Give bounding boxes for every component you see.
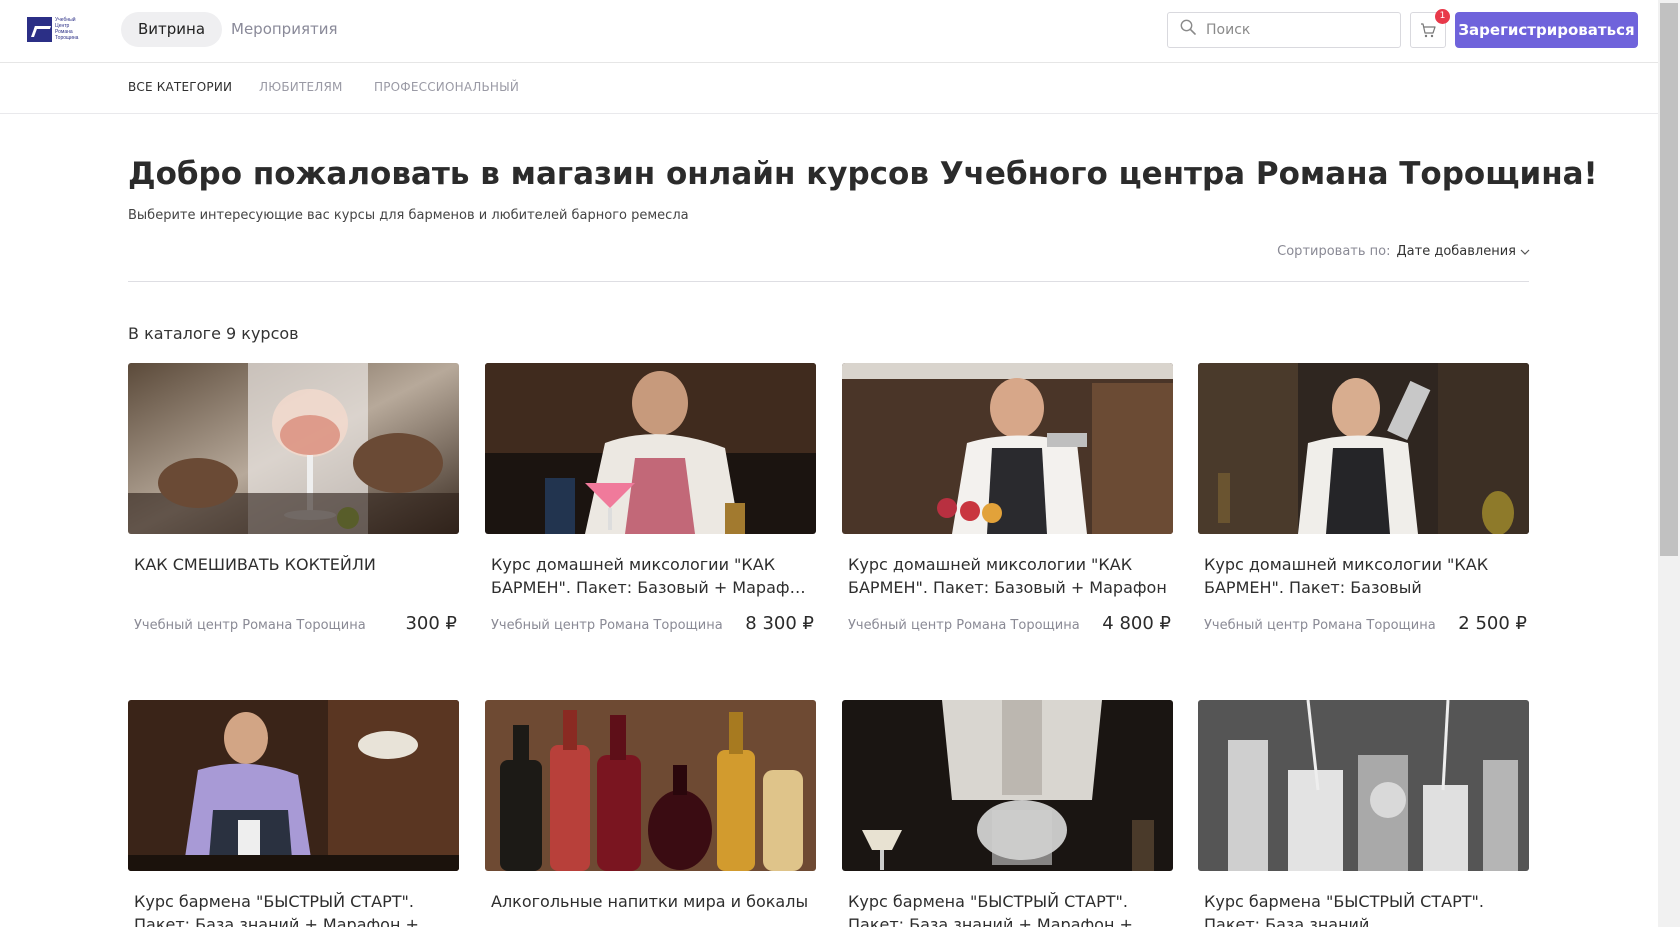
bartender-shaker-photo — [1198, 363, 1529, 534]
sort-label: Сортировать по: — [1277, 244, 1391, 259]
sort-dropdown[interactable]: Дате добавления — [1397, 244, 1531, 259]
cart-button[interactable]: 1 — [1410, 9, 1450, 48]
catalog-count: В каталоге 9 курсов — [128, 324, 299, 343]
search-input[interactable] — [1206, 13, 1396, 47]
course-meta: Учебный центр Романа Торощина 300 ₽ — [134, 613, 457, 641]
course-price: 300 ₽ — [405, 613, 457, 634]
top-header: Учебный Центр Романа Торощина Витрина Ме… — [0, 0, 1658, 63]
chevron-down-icon — [1520, 249, 1530, 255]
search-icon — [1180, 19, 1196, 35]
category-professional[interactable]: ПРОФЕССИОНАЛЬНЫЙ — [374, 80, 519, 94]
course-price: 2 500 ₽ — [1458, 613, 1527, 634]
course-card[interactable]: КАК СМЕШИВАТЬ КОКТЕЙЛИ Учебный центр Ром… — [128, 363, 459, 641]
scrollbar-thumb[interactable] — [1660, 3, 1678, 556]
course-title[interactable]: Алкогольные напитки мира и бокалы — [491, 890, 810, 927]
course-title[interactable]: Курс бармена "БЫСТРЫЙ СТАРТ". Пакет: Баз… — [848, 890, 1167, 927]
course-image[interactable] — [128, 700, 459, 871]
course-card[interactable]: Курс бармена "БЫСТРЫЙ СТАРТ". Пакет: Баз… — [1198, 700, 1529, 927]
course-title[interactable]: Курс бармена "БЫСТРЫЙ СТАРТ". Пакет: Баз… — [134, 890, 453, 927]
course-author[interactable]: Учебный центр Романа Торощина — [1204, 618, 1436, 633]
category-amateurs[interactable]: ЛЮБИТЕЛЯМ — [259, 80, 343, 94]
logo-mark-icon — [27, 16, 52, 42]
course-title[interactable]: Курс домашней миксологии "КАК БАРМЕН". П… — [1204, 553, 1523, 599]
course-author[interactable]: Учебный центр Романа Торощина — [848, 618, 1080, 633]
course-card[interactable]: Курс домашней миксологии "КАК БАРМЕН". П… — [842, 363, 1173, 641]
course-image[interactable] — [1198, 363, 1529, 534]
course-title[interactable]: КАК СМЕШИВАТЬ КОКТЕЙЛИ — [134, 553, 453, 599]
course-meta: Учебный центр Романа Торощина 8 300 ₽ — [491, 613, 814, 641]
course-meta: Учебный центр Романа Торощина 2 500 ₽ — [1204, 613, 1527, 641]
course-image[interactable] — [128, 363, 459, 534]
course-title[interactable]: Курс домашней миксологии "КАК БАРМЕН". П… — [848, 553, 1167, 599]
logo-text: Учебный Центр Романа Торощина — [55, 17, 79, 41]
bartender-gin-tonic-photo — [128, 363, 459, 534]
bar-tools-bw-photo — [1198, 700, 1529, 871]
course-image[interactable] — [842, 700, 1173, 871]
page-subtitle: Выберите интересующие вас курсы для барм… — [128, 208, 689, 223]
category-all[interactable]: ВСЕ КАТЕГОРИИ — [128, 80, 232, 94]
course-author[interactable]: Учебный центр Романа Торощина — [491, 618, 723, 633]
tab-showcase[interactable]: Витрина — [121, 12, 223, 47]
course-image[interactable] — [485, 363, 816, 534]
bartender-garnishing-photo — [128, 700, 459, 871]
category-bar: ВСЕ КАТЕГОРИИ ЛЮБИТЕЛЯМ ПРОФЕССИОНАЛЬНЫЙ — [0, 63, 1658, 114]
course-author[interactable]: Учебный центр Романа Торощина — [134, 618, 366, 633]
sort-control: Сортировать по: Дате добавления — [1277, 244, 1530, 259]
course-image[interactable] — [842, 363, 1173, 534]
sort-value: Дате добавления — [1396, 244, 1517, 259]
cart-icon — [1421, 23, 1436, 38]
course-card[interactable]: Алкогольные напитки мира и бокалы — [485, 700, 816, 927]
course-card[interactable]: Курс домашней миксологии "КАК БАРМЕН". П… — [485, 363, 816, 641]
course-title[interactable]: Курс бармена "БЫСТРЫЙ СТАРТ". Пакет: Баз… — [1204, 890, 1523, 927]
course-price: 4 800 ₽ — [1102, 613, 1171, 634]
page-scrollbar[interactable] — [1658, 0, 1680, 927]
bartender-smoke-cocktail-photo — [842, 700, 1173, 871]
liquor-bottles-photo — [485, 700, 816, 871]
course-card[interactable]: Курс бармена "БЫСТРЫЙ СТАРТ". Пакет: Баз… — [842, 700, 1173, 927]
course-image[interactable] — [1198, 700, 1529, 871]
cart-count-badge: 1 — [1435, 9, 1450, 24]
course-image[interactable] — [485, 700, 816, 871]
course-card[interactable]: Курс домашней миксологии "КАК БАРМЕН". П… — [1198, 363, 1529, 641]
course-card[interactable]: Курс бармена "БЫСТРЫЙ СТАРТ". Пакет: Баз… — [128, 700, 459, 927]
divider — [128, 281, 1529, 282]
logo[interactable]: Учебный Центр Романа Торощина — [27, 15, 89, 43]
bartender-straining-cocktail-photo — [485, 363, 816, 534]
course-price: 8 300 ₽ — [745, 613, 814, 634]
course-title[interactable]: Курс домашней миксологии "КАК БАРМЕН". П… — [491, 553, 810, 599]
course-meta: Учебный центр Романа Торощина 4 800 ₽ — [848, 613, 1171, 641]
tab-events[interactable]: Мероприятия — [214, 12, 354, 47]
register-button[interactable]: Зарегистрироваться — [1455, 12, 1638, 48]
bartender-pouring-drinks-photo — [842, 363, 1173, 534]
page-title: Добро пожаловать в магазин онлайн курсов… — [128, 156, 1598, 192]
search-box[interactable] — [1167, 12, 1401, 48]
